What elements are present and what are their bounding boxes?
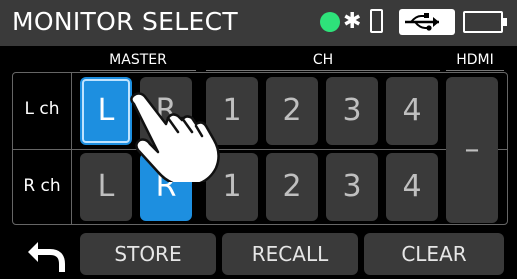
store-button[interactable]: STORE — [80, 233, 216, 275]
pointing-hand-icon — [124, 92, 220, 188]
hdmi-header-line — [446, 70, 504, 71]
page-title: MONITOR SELECT — [12, 7, 238, 36]
row-label-rch: R ch — [23, 176, 61, 196]
master-header-line — [80, 70, 196, 71]
ch-header: CH — [312, 52, 334, 68]
lch-ch4-button[interactable]: 4 — [386, 77, 438, 145]
lch-ch3-button[interactable]: 3 — [326, 77, 378, 145]
ch-header-line — [206, 70, 440, 71]
rch-ch2-button[interactable]: 2 — [266, 153, 318, 221]
rch-ch4-button[interactable]: 4 — [386, 153, 438, 221]
back-arrow-icon[interactable] — [28, 238, 68, 274]
status-led-icon — [320, 12, 340, 32]
label-divider — [71, 72, 72, 225]
row-label-lch: L ch — [24, 99, 60, 119]
usb-icon — [399, 9, 455, 35]
recall-button[interactable]: RECALL — [222, 233, 358, 275]
lch-ch2-button[interactable]: 2 — [266, 77, 318, 145]
master-header: MASTER — [109, 52, 167, 68]
hdmi-button[interactable]: – — [446, 77, 498, 223]
bluetooth-icon: ✱ — [343, 9, 362, 34]
rch-ch3-button[interactable]: 3 — [326, 153, 378, 221]
battery-icon — [463, 11, 507, 33]
sd-card-icon — [370, 9, 383, 33]
title-bar: MONITOR SELECT ✱ — [0, 0, 517, 46]
row-divider — [12, 149, 508, 150]
hdmi-header: HDMI — [456, 52, 494, 68]
clear-button[interactable]: CLEAR — [364, 233, 504, 275]
